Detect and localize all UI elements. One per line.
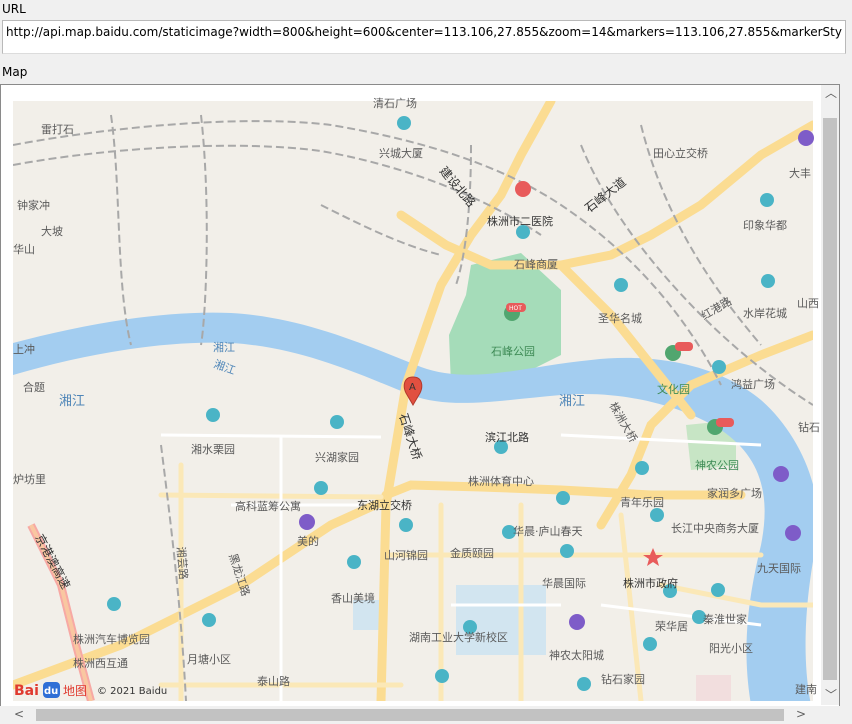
place-label: 鸿益广场 [731,377,775,391]
place-label: 华山 [13,242,35,256]
place-label: 神农太阳城 [549,648,604,662]
place-label: 钻石家园 [601,672,645,686]
place-label: 华晨国际 [542,576,586,590]
place-label: 株洲体育中心 [468,474,534,488]
place-label: 钻石 [798,420,820,434]
place-label: 大丰 [789,166,811,180]
place-label: 山河锦园 [384,548,428,562]
url-label: URL [2,2,26,16]
road-label: 湘芸路 [174,546,191,580]
map-frame: HOT A 清石广场 雷打石 兴城大厦 田心立交桥 大丰 建设北路 石峰大道 钟… [0,84,840,707]
place-label: 阳光小区 [709,641,753,655]
place-label: 高科蓝筹公寓 [235,499,301,513]
copyright: © 2021 Baidu [97,686,167,697]
map-marker-label: A [409,382,416,393]
place-label: 株洲汽车博览园 [73,632,150,646]
place-label: 株洲市二医院 [487,214,553,228]
place-label: 雷打石 [41,122,74,136]
place-label: 建南 [795,682,817,696]
scroll-down-icon[interactable]: ﹀ [825,689,837,701]
horizontal-scrollbar[interactable]: < > [0,706,821,724]
place-label: 清石广场 [373,96,417,110]
place-label: 石峰公园 [491,345,535,358]
place-label: 兴城大厦 [379,146,423,160]
place-label: 株洲西互通 [73,656,128,670]
horizontal-scroll-thumb[interactable] [36,709,784,721]
logo-bai: Bai [14,683,39,699]
place-label: 香山美境 [331,591,375,605]
place-label: 石峰商厦 [514,257,558,271]
water-label: 湘江 [59,394,85,409]
place-label: 山西 [797,297,819,310]
road-label: 滨江北路 [485,430,529,444]
hot-badge: HOT [509,305,522,312]
place-label: 东湖立交桥 [357,498,412,512]
place-label: 月塘小区 [187,652,231,666]
road-label: 泰山路 [257,674,290,688]
place-label: 株洲市政府 [623,576,678,590]
place-label: 湖南工业大学新校区 [409,630,508,644]
place-label: 湘水栗园 [191,442,235,456]
place-label: 神农公园 [695,458,739,472]
place-label: 华晨·庐山春天 [513,524,583,538]
map-label: Map [2,65,28,79]
place-label: 家润多广场 [707,486,762,500]
scroll-up-icon[interactable]: ︿ [825,87,837,99]
map-image[interactable]: HOT A 清石广场 雷打石 兴城大厦 田心立交桥 大丰 建设北路 石峰大道 钟… [1,85,840,707]
place-label: 钟家冲 [17,198,50,212]
place-label: 金质颐园 [450,546,494,560]
place-label: 合题 [23,380,45,394]
scrollbar-corner [821,706,852,724]
place-label: 美的 [297,534,319,548]
water-label: 湘江 [213,340,235,354]
vertical-scroll-thumb[interactable] [823,118,837,680]
place-label: 印象华都 [743,218,787,232]
scroll-left-icon[interactable]: < [14,708,24,720]
place-label: 上冲 [13,342,35,356]
url-input[interactable] [6,25,842,39]
vertical-scrollbar[interactable]: ︿ ﹀ [821,85,839,705]
place-label: 圣华名城 [598,311,642,325]
place-label: 九天国际 [757,562,801,575]
place-label: 文化园 [657,382,690,396]
place-label: 田心立交桥 [653,146,708,160]
url-field-box[interactable] [2,20,846,54]
place-label: 荣华居 [655,619,688,633]
place-label: 秦淮世家 [703,612,747,626]
place-label: 兴湖家园 [315,450,359,464]
scroll-right-icon[interactable]: > [796,708,806,720]
place-label: 水岸花城 [743,307,787,320]
place-label: 长江中央商务大厦 [671,521,759,535]
water-label: 湘江 [559,394,585,409]
place-label: 青年乐园 [620,495,664,509]
logo-du: du [44,686,58,697]
place-label: 炉坊里 [13,472,46,486]
place-label: 大坡 [41,224,63,238]
logo-map: 地图 [63,684,87,698]
